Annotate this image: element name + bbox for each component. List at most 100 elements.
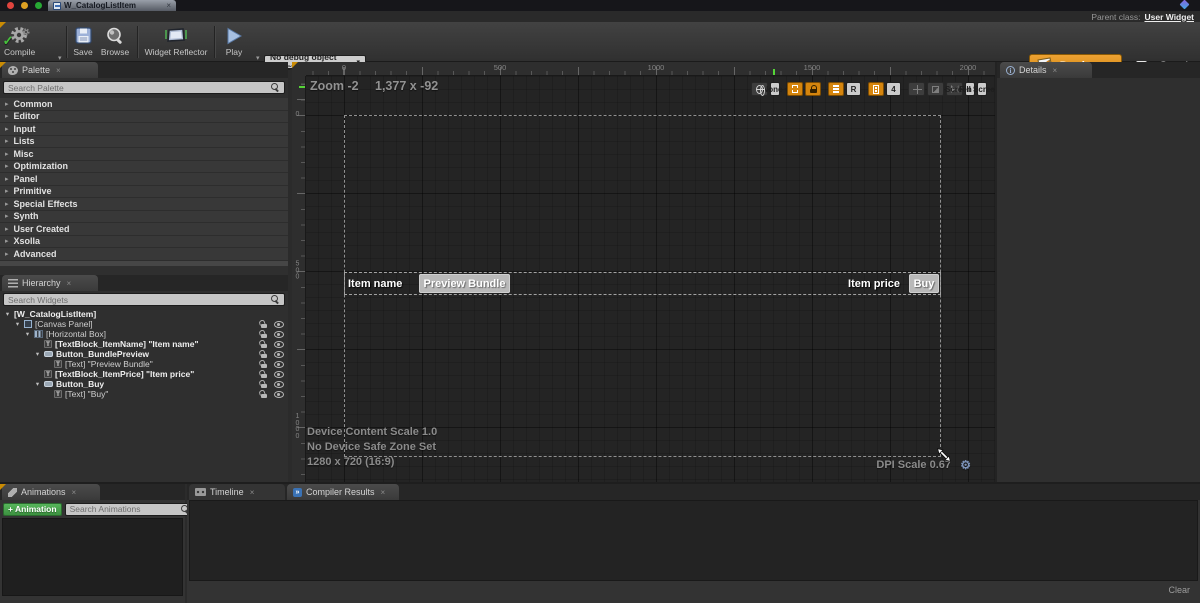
- hierarchy-tab[interactable]: Hierarchy ×: [2, 275, 98, 291]
- hierarchy-row[interactable]: T[Text] "Preview Bundle": [0, 359, 288, 369]
- anchor-visibility-toggle[interactable]: [787, 82, 803, 96]
- palette-category-misc[interactable]: ▸Misc: [0, 148, 288, 161]
- palette-category-xsolla[interactable]: ▸Xsolla: [0, 236, 288, 249]
- close-window-button[interactable]: [7, 2, 14, 9]
- preview-background-button[interactable]: [927, 82, 944, 96]
- browse-button[interactable]: Browse: [96, 25, 134, 59]
- animations-tab-close-icon[interactable]: ×: [72, 488, 77, 497]
- clear-log-button[interactable]: Clear: [1168, 585, 1190, 595]
- palette-category-primitive[interactable]: ▸Primitive: [0, 186, 288, 199]
- minimize-window-button[interactable]: [21, 2, 28, 9]
- lock-icon[interactable]: [260, 370, 268, 378]
- visibility-eye-icon[interactable]: [274, 341, 284, 348]
- compile-options-caret-icon[interactable]: ▾: [58, 54, 62, 62]
- expander-icon[interactable]: ▾: [14, 320, 21, 328]
- expander-icon[interactable]: ▾: [34, 350, 41, 358]
- palette-category-editor[interactable]: ▸Editor: [0, 111, 288, 124]
- hierarchy-row[interactable]: ▾[W_CatalogListItem]: [0, 309, 288, 319]
- hierarchy-row[interactable]: T[Text] "Buy": [0, 389, 288, 399]
- hierarchy-row[interactable]: ▾[Canvas Panel]: [0, 319, 288, 329]
- animations-search-input[interactable]: [70, 504, 181, 514]
- palette-tab[interactable]: Palette ×: [2, 62, 98, 78]
- palette-category-label: Editor: [14, 111, 40, 121]
- expander-icon[interactable]: ▾: [34, 380, 41, 388]
- hierarchy-row[interactable]: ▾Button_Buy: [0, 379, 288, 389]
- transform-mode-button[interactable]: [908, 82, 925, 96]
- canvas-buy-button[interactable]: Buy: [909, 274, 939, 293]
- palette-search-input[interactable]: [8, 83, 271, 93]
- asset-tab[interactable]: W_CatalogListItem ×: [48, 0, 176, 11]
- palette-category-optimization[interactable]: ▸Optimization: [0, 161, 288, 174]
- palette-category-label: Panel: [14, 174, 38, 184]
- lock-icon[interactable]: [260, 320, 268, 328]
- horizontal-box-outline[interactable]: Item name Preview Bundle Item price Buy: [344, 272, 941, 295]
- save-button[interactable]: Save: [68, 25, 98, 59]
- visibility-eye-icon[interactable]: [274, 321, 284, 328]
- widget-reflector-button[interactable]: Widget Reflector: [140, 25, 212, 59]
- outline-toggle[interactable]: [828, 82, 844, 96]
- canvas-item-price-text[interactable]: Item price: [848, 278, 900, 290]
- palette-scrollbar[interactable]: [0, 261, 288, 266]
- palette-tab-close-icon[interactable]: ×: [56, 66, 61, 75]
- grid-snap-size-button[interactable]: 4: [886, 82, 901, 96]
- animations-tab[interactable]: Animations ×: [2, 484, 100, 500]
- hierarchy-tab-close-icon[interactable]: ×: [67, 279, 72, 288]
- toolbar-separator: [66, 26, 67, 58]
- lock-icon[interactable]: [260, 340, 268, 348]
- expander-icon[interactable]: ▾: [4, 310, 11, 318]
- hierarchy-row[interactable]: ▾[Horizontal Box]: [0, 329, 288, 339]
- palette-category-special-effects[interactable]: ▸Special Effects: [0, 198, 288, 211]
- lock-icon[interactable]: [260, 390, 268, 398]
- visibility-eye-icon[interactable]: [274, 381, 284, 388]
- palette-category-label: Advanced: [14, 249, 57, 259]
- row-controls: [260, 319, 284, 329]
- palette-category-lists[interactable]: ▸Lists: [0, 136, 288, 149]
- fill-screen-dropdown[interactable]: Fill Screen ▾: [977, 82, 987, 96]
- details-tab-close-icon[interactable]: ×: [1053, 66, 1058, 75]
- palette-category-common[interactable]: ▸Common: [0, 98, 288, 111]
- hierarchy-search-input[interactable]: [8, 295, 271, 305]
- compiler-results-log[interactable]: [189, 500, 1198, 581]
- palette-category-input[interactable]: ▸Input: [0, 123, 288, 136]
- palette-category-panel[interactable]: ▸Panel: [0, 173, 288, 186]
- hierarchy-row[interactable]: T[TextBlock_ItemPrice] "Item price": [0, 369, 288, 379]
- lock-icon[interactable]: [260, 330, 268, 338]
- compile-button[interactable]: ✓ Compile: [4, 25, 35, 59]
- visibility-eye-icon[interactable]: [274, 371, 284, 378]
- visibility-eye-icon[interactable]: [274, 361, 284, 368]
- timeline-tab-close-icon[interactable]: ×: [250, 488, 255, 497]
- play-button[interactable]: Play: [216, 25, 252, 59]
- palette-category-user-created[interactable]: ▸User Created: [0, 223, 288, 236]
- asset-tab-close-icon[interactable]: ×: [166, 1, 171, 10]
- palette-category-advanced[interactable]: ▸Advanced: [0, 248, 288, 261]
- localization-dropdown[interactable]: None ▾: [770, 82, 780, 96]
- parent-class-strip: Parent class: User Widget: [0, 11, 1200, 22]
- lock-widgets-toggle[interactable]: [805, 82, 821, 96]
- grid-snap-toggle[interactable]: [868, 82, 884, 96]
- dpi-settings-gear-icon[interactable]: ⚙: [960, 458, 971, 472]
- details-tab[interactable]: i Details ×: [1000, 62, 1092, 78]
- visibility-eye-icon[interactable]: [274, 351, 284, 358]
- canvas-preview-bundle-button[interactable]: Preview Bundle: [419, 274, 510, 293]
- play-options-caret-icon[interactable]: ▾: [256, 54, 260, 62]
- visibility-eye-icon[interactable]: [274, 331, 284, 338]
- respect-locks-button[interactable]: R: [846, 82, 861, 96]
- add-animation-button[interactable]: + Animation: [3, 503, 62, 516]
- timeline-tab[interactable]: Timeline ×: [189, 484, 285, 500]
- animations-list[interactable]: [2, 518, 183, 596]
- expander-icon[interactable]: ▾: [24, 330, 31, 338]
- parent-class-link[interactable]: User Widget: [1144, 12, 1194, 22]
- hierarchy-row[interactable]: ▾Button_BundlePreview: [0, 349, 288, 359]
- lock-icon[interactable]: [260, 350, 268, 358]
- palette-category-synth[interactable]: ▸Synth: [0, 211, 288, 224]
- hierarchy-row[interactable]: T[TextBlock_ItemName] "Item name": [0, 339, 288, 349]
- parent-class-label: Parent class:: [1091, 12, 1140, 22]
- compiler-results-tab-close-icon[interactable]: ×: [381, 488, 386, 497]
- canvas-item-name-text[interactable]: Item name: [348, 278, 402, 290]
- designer-viewport[interactable]: 0500100015002000 05001000 Zoom -2 1,377 …: [292, 62, 995, 482]
- zoom-window-button[interactable]: [35, 2, 42, 9]
- lock-icon[interactable]: [260, 360, 268, 368]
- lock-icon[interactable]: [260, 380, 268, 388]
- compiler-results-tab[interactable]: » Compiler Results ×: [287, 484, 399, 500]
- visibility-eye-icon[interactable]: [274, 391, 284, 398]
